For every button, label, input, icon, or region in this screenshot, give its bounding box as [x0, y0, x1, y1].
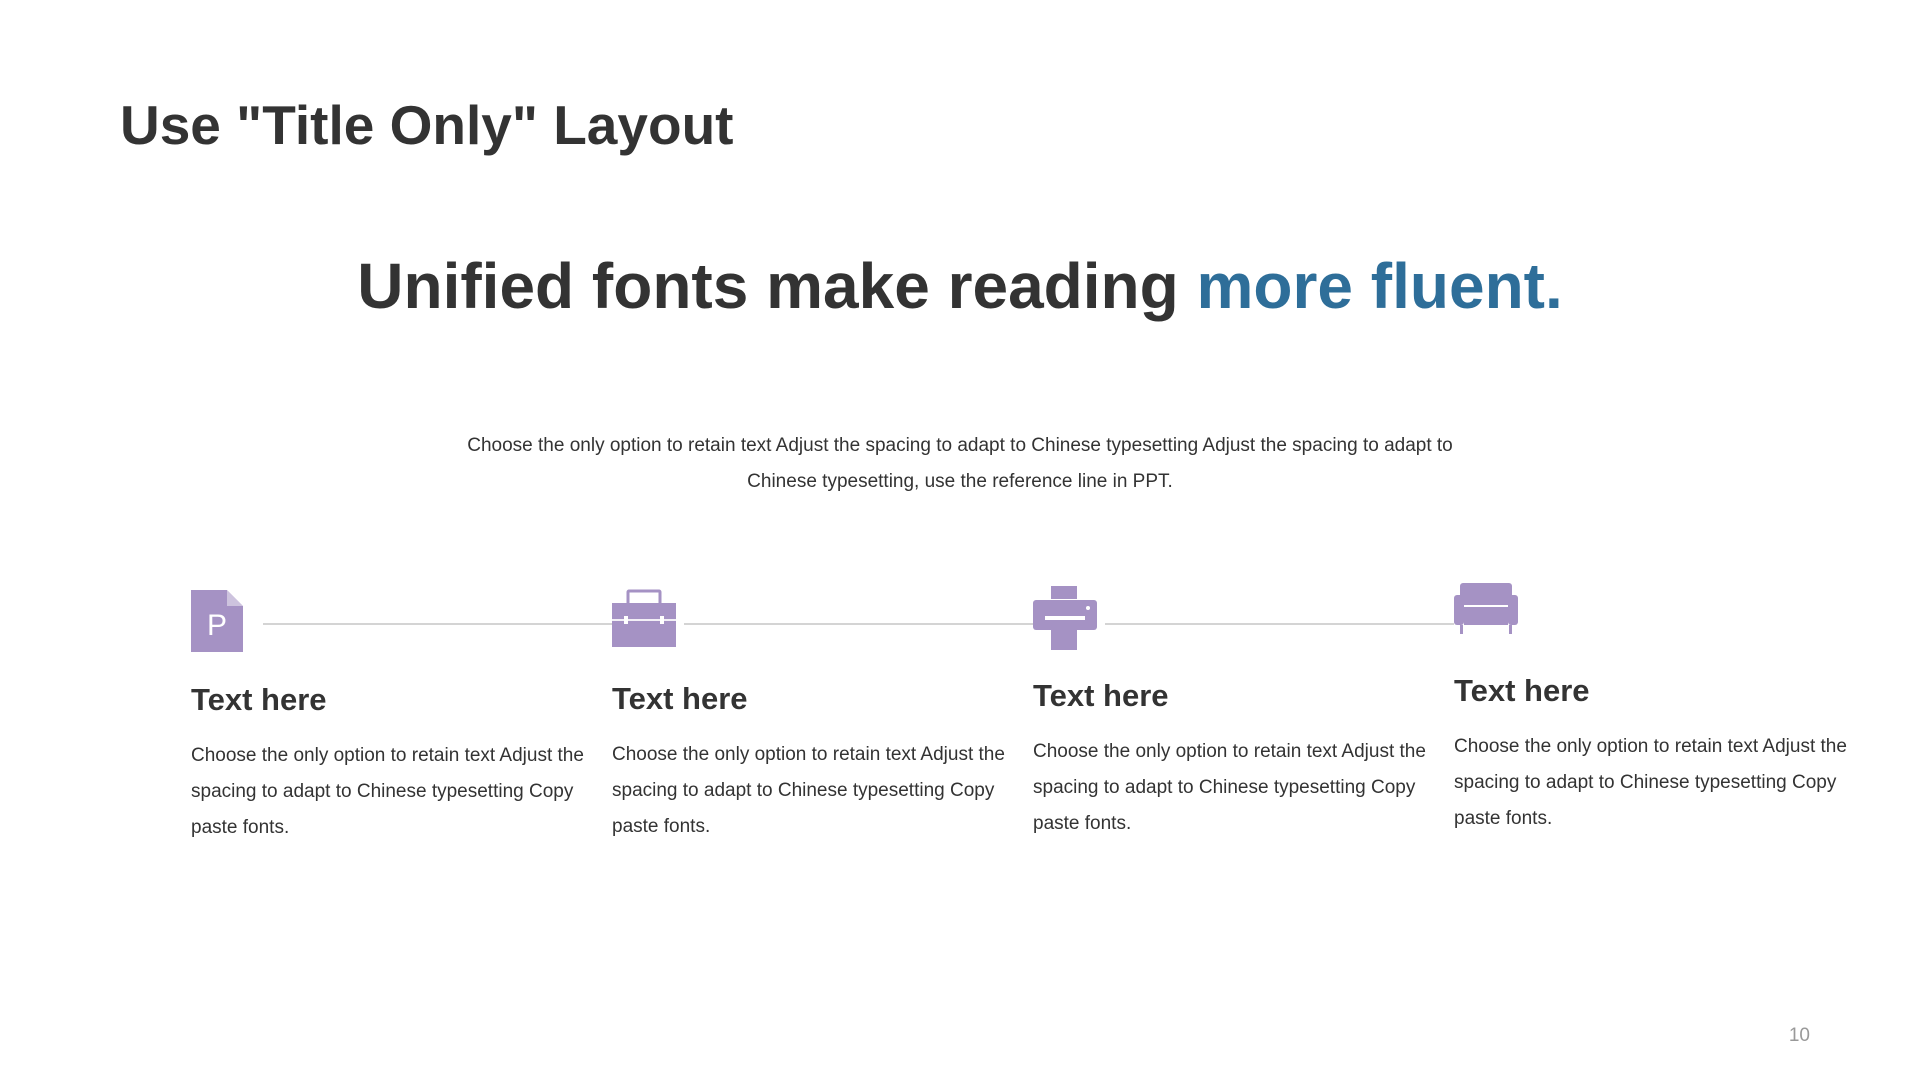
step-4-body: Choose the only option to retain text Ad… — [1454, 736, 1847, 829]
step-1-title: Text here — [191, 682, 327, 717]
step-3-body: Choose the only option to retain text Ad… — [1033, 741, 1426, 834]
slide-title: Use "Title Only" Layout — [120, 94, 734, 156]
document-p-letter: P — [207, 609, 227, 642]
headline-main: Unified fonts make reading — [357, 250, 1197, 322]
timeline-line — [240, 623, 1510, 625]
step-1-body: Choose the only option to retain text Ad… — [191, 745, 584, 838]
toolbox-icon — [612, 589, 684, 653]
headline: Unified fonts make reading more fluent. — [0, 248, 1920, 325]
step-2-title: Text here — [612, 681, 748, 716]
step-3-title: Text here — [1033, 678, 1169, 713]
step-2-body: Choose the only option to retain text Ad… — [612, 744, 1005, 837]
slide: Use "Title Only" Layout Unified fonts ma… — [0, 0, 1920, 1080]
headline-accent: more fluent. — [1196, 250, 1563, 322]
page-number: 10 — [1788, 1025, 1810, 1046]
document-p-icon: P — [191, 590, 263, 654]
intro-text: Choose the only option to retain text Ad… — [467, 435, 1453, 492]
step-4-title: Text here — [1454, 673, 1590, 708]
sofa-icon — [1454, 581, 1526, 645]
printer-icon — [1033, 586, 1105, 650]
